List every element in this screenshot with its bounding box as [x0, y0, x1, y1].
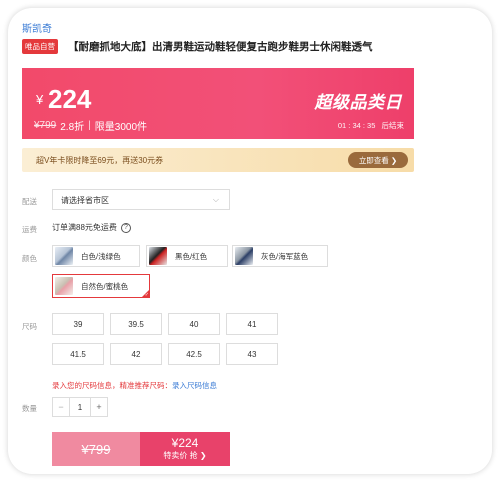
buy-now-price: ¥224 [171, 436, 199, 450]
product-title-row: 唯品自营 【耐磨抓地大底】出清男鞋运动鞋轻便复古跑步鞋男士休闲鞋透气 [22, 38, 482, 54]
help-icon[interactable]: ? [120, 222, 131, 233]
color-option-label: 自然色/蜜桃色 [81, 281, 129, 291]
size-option-39-5[interactable]: 39.5 [110, 313, 162, 335]
promo-event-logo: 超级品类日 [314, 93, 402, 112]
coupon-bar: 超V年卡限时降至69元，再送30元券 立即查看 ❯ [22, 148, 414, 172]
decrement-button[interactable]: − [53, 398, 69, 416]
color-option-label: 黑色/红色 [175, 251, 208, 261]
view-now-button[interactable]: 立即查看 ❯ [348, 152, 408, 168]
countdown-value: 01 : 34 : 35 [337, 121, 376, 130]
region-select[interactable]: 请选择省市区 ⌵ [52, 189, 230, 210]
size-option-42[interactable]: 42 [110, 343, 162, 365]
original-price-button[interactable]: ¥799 [52, 432, 140, 466]
shipping-text: 订单满88元免运费 [52, 223, 117, 232]
color-option-grey-navy[interactable]: 灰色/海军蓝色 [232, 245, 328, 267]
check-icon: ✓ [144, 292, 149, 298]
chevron-down-icon: ⌵ [212, 195, 219, 204]
discount-rate: 2.8折 [60, 122, 85, 133]
delivery-label: 配送 [22, 197, 37, 206]
size-hint-text: 录入您的尺码信息，精准推荐尺码： [52, 381, 172, 390]
product-title: 【耐磨抓地大底】出清男鞋运动鞋轻便复古跑步鞋男士休闲鞋透气 [68, 40, 373, 53]
self-operated-badge: 唯品自营 [22, 38, 58, 54]
size-label: 尺码 [22, 322, 37, 331]
color-option-label: 白色/浅绿色 [81, 251, 121, 261]
brand-link[interactable]: 斯凯奇 [22, 20, 52, 35]
product-card: 斯凯奇 唯品自营 【耐磨抓地大底】出清男鞋运动鞋轻便复古跑步鞋男士休闲鞋透气 ¥… [8, 8, 492, 474]
price-separator: | [88, 120, 91, 131]
size-option-40[interactable]: 40 [168, 313, 220, 335]
shoe-thumbnail [55, 277, 73, 295]
size-option-41[interactable]: 41 [226, 313, 278, 335]
color-option-natural-peach[interactable]: 自然色/蜜桃色 ✓ [52, 274, 150, 298]
shoe-thumbnail [55, 247, 73, 265]
quantity-value[interactable]: 1 [69, 398, 91, 416]
price-subline: ¥799 2.8折 | 限量3000件 [34, 118, 147, 133]
color-option-label: 灰色/海军蓝色 [261, 251, 309, 261]
size-hint: 录入您的尺码信息，精准推荐尺码：录入尺码信息 [52, 380, 217, 391]
region-select-value: 请选择省市区 [61, 196, 109, 205]
shoe-thumbnail [149, 247, 167, 265]
size-option-43[interactable]: 43 [226, 343, 278, 365]
original-price: ¥799 [34, 120, 57, 131]
coupon-text: 超V年卡限时降至69元，再送30元券 [36, 156, 164, 165]
color-label: 颜色 [22, 254, 37, 263]
enter-size-info-link[interactable]: 录入尺码信息 [172, 381, 217, 390]
countdown-suffix: 后结束 [381, 121, 405, 130]
shoe-thumbnail [235, 247, 253, 265]
price-banner: ¥ 224 ¥799 2.8折 | 限量3000件 超级品类日 01 : 34 … [22, 68, 414, 139]
size-option-41-5[interactable]: 41.5 [52, 343, 104, 365]
color-option-white-green[interactable]: 白色/浅绿色 [52, 245, 140, 267]
stock-limit: 限量3000件 [94, 122, 148, 133]
buy-now-button[interactable]: ¥224 特卖价 抢 ❯ [140, 432, 230, 466]
increment-button[interactable]: + [91, 398, 107, 416]
countdown-timer: 01 : 34 : 35 后结束 [334, 120, 404, 131]
shipping-label: 运费 [22, 225, 37, 234]
currency-symbol: ¥ [36, 92, 44, 107]
shipping-info: 订单满88元免运费 ? [52, 222, 131, 233]
size-option-42-5[interactable]: 42.5 [168, 343, 220, 365]
color-option-black-red[interactable]: 黑色/红色 [146, 245, 228, 267]
sale-price: 224 [48, 84, 92, 114]
quantity-label: 数量 [22, 404, 37, 413]
buy-now-label: 特卖价 抢 ❯ [163, 451, 207, 460]
size-option-39[interactable]: 39 [52, 313, 104, 335]
quantity-stepper: − 1 + [52, 397, 108, 417]
